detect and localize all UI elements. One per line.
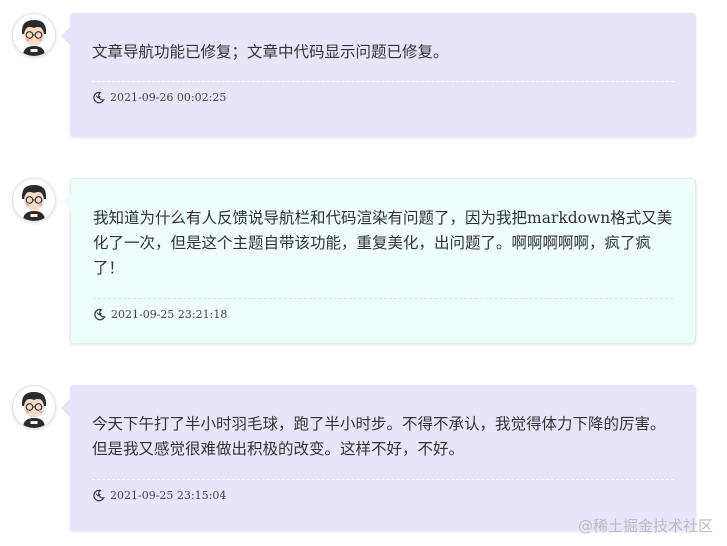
post-bubble: 今天下午打了半小时羽毛球，跑了半小时步。不得不承认，我觉得体力下降的厉害。但是我… — [61, 385, 696, 531]
post-bubble: 文章导航功能已修复；文章中代码显示问题已修复。 2021-09-26 00:02… — [61, 13, 696, 137]
post-timestamp: 2021-09-25 23:15:04 — [110, 489, 227, 502]
moon-icon — [93, 489, 105, 502]
post-meta: 2021-09-25 23:15:04 — [92, 489, 674, 502]
post-divider — [92, 479, 674, 480]
post-divider — [92, 81, 674, 82]
post-text: 今天下午打了半小时羽毛球，跑了半小时步。不得不承认，我觉得体力下降的厉害。但是我… — [92, 415, 666, 458]
post-text: 文章导航功能已修复；文章中代码显示问题已修复。 — [92, 43, 449, 61]
avatar[interactable] — [12, 385, 56, 429]
avatar[interactable] — [12, 13, 56, 57]
avatar-image — [13, 14, 55, 56]
moments-timeline: 文章导航功能已修复；文章中代码显示问题已修复。 2021-09-26 00:02… — [0, 0, 727, 546]
post-bubble: 我知道为什么有人反馈说导航栏和代码渲染有问题了，因为我把markdown格式又美… — [62, 178, 696, 344]
moon-icon — [93, 91, 105, 104]
avatar-image — [13, 386, 55, 428]
post-divider — [93, 298, 673, 299]
avatar[interactable] — [12, 178, 56, 222]
post-timestamp: 2021-09-25 23:21:18 — [111, 308, 228, 321]
moon-icon — [94, 308, 106, 321]
avatar-image — [13, 179, 55, 221]
watermark: @稀土掘金技术社区 — [577, 517, 713, 535]
post-meta: 2021-09-26 00:02:25 — [92, 91, 674, 104]
post-timestamp: 2021-09-26 00:02:25 — [110, 91, 227, 104]
post-text: 我知道为什么有人反馈说导航栏和代码渲染有问题了，因为我把markdown格式又美… — [93, 209, 673, 277]
post-meta: 2021-09-25 23:21:18 — [93, 308, 673, 321]
